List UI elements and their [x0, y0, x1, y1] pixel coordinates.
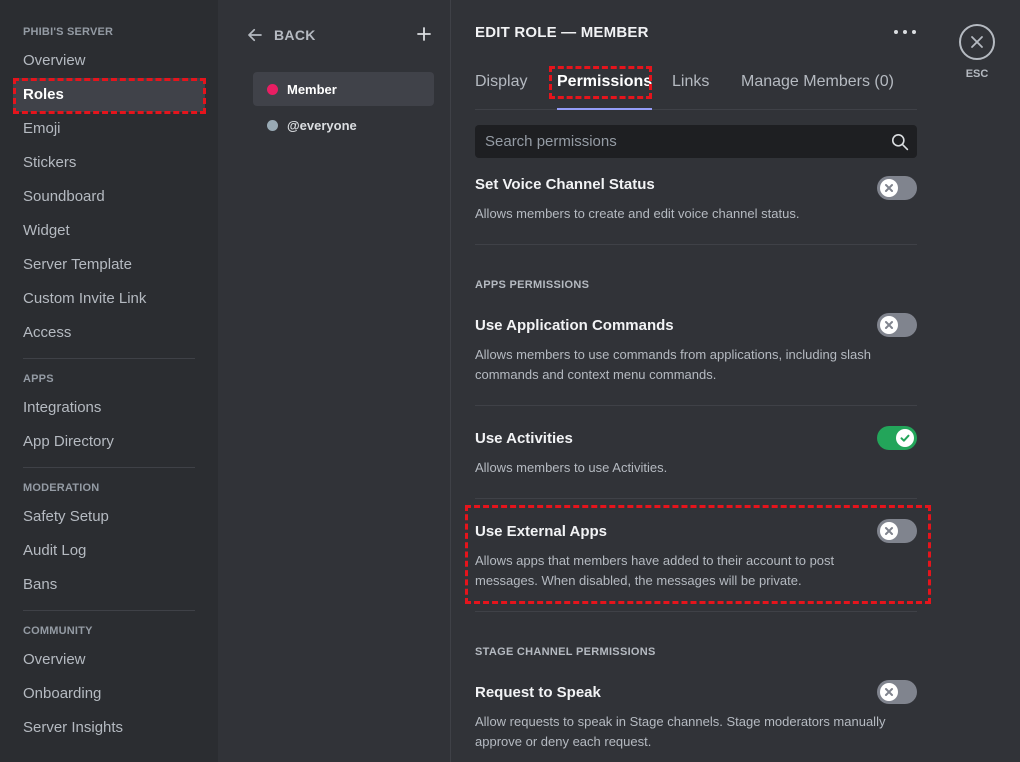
close-button[interactable] — [959, 24, 995, 60]
sidebar-item-soundboard[interactable]: Soundboard — [13, 180, 205, 214]
permission-description: Allows members to use Activities. — [475, 460, 668, 475]
permission-toggle[interactable] — [877, 680, 917, 704]
role-item-everyone[interactable]: @everyone — [253, 108, 434, 142]
sidebar-item-widget[interactable]: Widget — [13, 214, 205, 248]
arrow-left-icon — [248, 28, 262, 42]
community-section-header: COMMUNITY — [23, 625, 93, 637]
sidebar-divider — [23, 358, 195, 359]
permission-toggle[interactable] — [877, 313, 917, 337]
permission-description: Allow requests to speak in Stage channel… — [475, 714, 886, 749]
permission-toggle[interactable] — [877, 426, 917, 450]
close-icon — [971, 36, 983, 48]
settings-sidebar: PHIBI'S SERVER Overview Roles Emoji Stic… — [0, 0, 218, 762]
tab-links[interactable]: Links — [672, 72, 709, 100]
permission-name: Set Voice Channel Status — [475, 176, 655, 193]
divider — [475, 498, 917, 499]
divider — [475, 611, 917, 612]
moderation-section-header: MODERATION — [23, 482, 100, 494]
permission-toggle[interactable] — [877, 519, 917, 543]
stage-channel-permissions-header: STAGE CHANNEL PERMISSIONS — [475, 646, 656, 658]
sidebar-item-overview[interactable]: Overview — [13, 44, 205, 78]
role-color-dot — [267, 83, 278, 95]
permission-toggle[interactable] — [877, 176, 917, 200]
apps-permissions-header: APPS PERMISSIONS — [475, 279, 590, 291]
permission-name: Use Activities — [475, 430, 573, 447]
search-permissions-box — [475, 125, 917, 158]
x-icon — [885, 688, 893, 696]
x-icon — [885, 527, 893, 535]
sidebar-item-stickers[interactable]: Stickers — [13, 146, 205, 180]
sidebar-item-integrations[interactable]: Integrations — [13, 391, 205, 425]
sidebar-item-custom-invite-link[interactable]: Custom Invite Link — [13, 282, 205, 316]
x-icon — [885, 321, 893, 329]
check-icon — [900, 434, 910, 442]
search-icon — [891, 133, 909, 151]
tab-permissions[interactable]: Permissions — [557, 72, 653, 110]
role-item-member[interactable]: Member — [253, 72, 434, 106]
sidebar-item-audit-log[interactable]: Audit Log — [13, 534, 205, 568]
x-icon — [885, 184, 893, 192]
back-button[interactable]: BACK — [246, 24, 432, 46]
apps-section-header: APPS — [23, 373, 54, 385]
divider — [475, 405, 917, 406]
permission-description: Allows members to use commands from appl… — [475, 347, 871, 382]
more-options-icon[interactable] — [894, 30, 916, 38]
role-name: Member — [287, 81, 337, 97]
edit-role-panel: EDIT ROLE — MEMBER Display Permissions L… — [452, 0, 942, 762]
role-name: @everyone — [287, 117, 357, 133]
permissions-list: Set Voice Channel Status Allows members … — [475, 171, 917, 762]
divider — [475, 244, 917, 245]
sidebar-divider — [23, 610, 195, 611]
permission-description: Allows apps that members have added to t… — [475, 553, 835, 588]
sidebar-item-access[interactable]: Access — [13, 316, 205, 350]
sidebar-item-onboarding[interactable]: Onboarding — [13, 677, 205, 711]
sidebar-item-safety-setup[interactable]: Safety Setup — [13, 500, 205, 534]
permission-name: Use Application Commands — [475, 317, 674, 334]
tab-display[interactable]: Display — [475, 72, 527, 100]
esc-label: ESC — [965, 68, 989, 80]
sidebar-item-roles[interactable]: Roles — [13, 78, 205, 112]
plus-icon[interactable] — [416, 25, 432, 43]
server-section-header: PHIBI'S SERVER — [23, 26, 114, 38]
sidebar-item-bans[interactable]: Bans — [13, 568, 205, 602]
role-tabs: Display Permissions Links Manage Members… — [475, 64, 917, 110]
permission-name: Request to Speak — [475, 684, 601, 701]
sidebar-item-community-overview[interactable]: Overview — [13, 643, 205, 677]
sidebar-item-app-directory[interactable]: App Directory — [13, 425, 205, 459]
sidebar-item-server-insights[interactable]: Server Insights — [13, 711, 205, 745]
sidebar-item-emoji[interactable]: Emoji — [13, 112, 205, 146]
search-permissions-input[interactable] — [475, 125, 917, 158]
page-title: EDIT ROLE — MEMBER — [475, 24, 649, 41]
tab-manage-members[interactable]: Manage Members (0) — [741, 72, 894, 100]
back-label: BACK — [274, 27, 316, 43]
permission-name: Use External Apps — [475, 523, 607, 540]
roles-panel: BACK Member @everyone — [218, 0, 451, 762]
sidebar-item-server-template[interactable]: Server Template — [13, 248, 205, 282]
permission-description: Allows members to create and edit voice … — [475, 206, 800, 221]
role-color-dot — [267, 119, 278, 131]
sidebar-divider — [23, 467, 195, 468]
